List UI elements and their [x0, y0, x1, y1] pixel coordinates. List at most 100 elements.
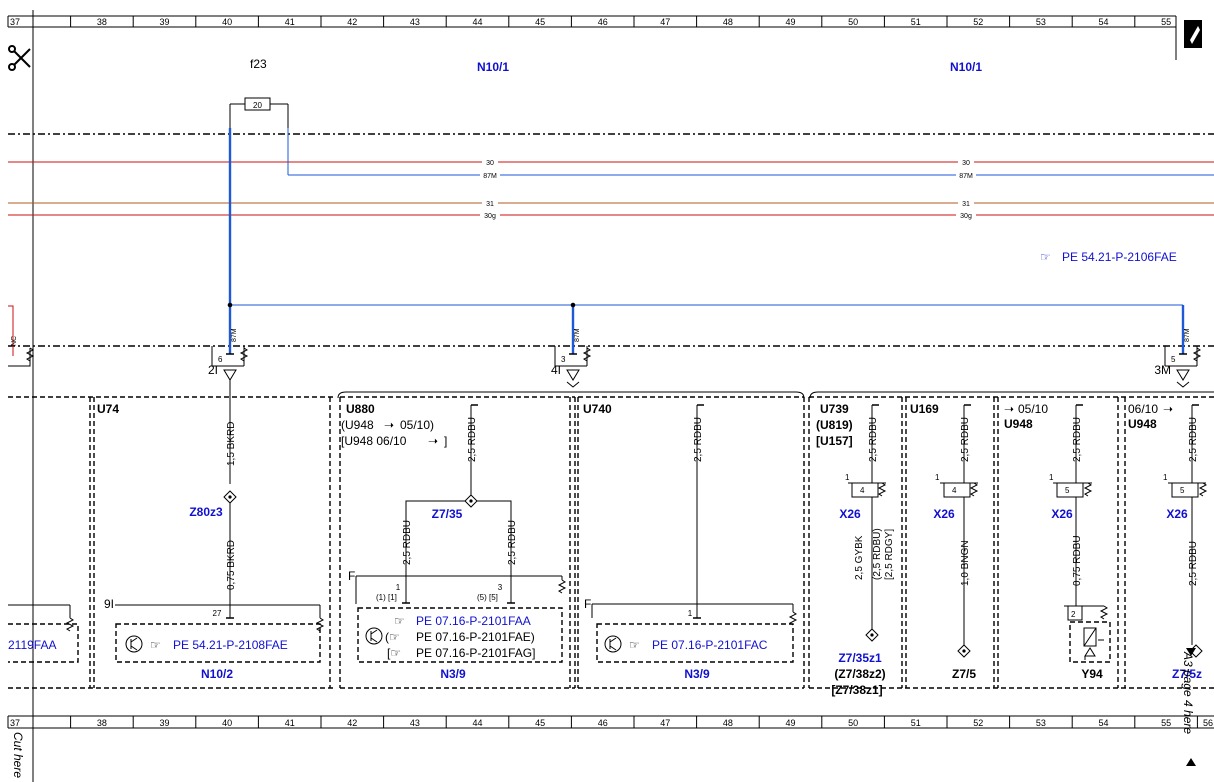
ruler-column-label: 50: [848, 17, 858, 27]
ruler-column-label: 40: [222, 17, 232, 27]
svg-text:[Z7/38z1]: [Z7/38z1]: [831, 683, 882, 697]
svg-text:U948: U948: [1004, 417, 1033, 431]
svg-text:U740: U740: [583, 402, 612, 416]
section-u948-a: ➝ 05/10 U948 2,5 RDBU 1 5 X26 0,75 RDBU …: [1004, 402, 1111, 681]
rail-31: 31 31: [8, 199, 1214, 208]
svg-text:(☞: (☞: [385, 630, 400, 644]
section-left-partial: 2119FAA: [8, 604, 79, 663]
ruler-column-label: 39: [159, 718, 169, 728]
ruler-column-label: 55: [1161, 17, 1171, 27]
svg-text:2,5 RDBU: 2,5 RDBU: [1188, 541, 1199, 586]
svg-text:Y94: Y94: [1081, 667, 1103, 681]
connector-pin: 5: [1171, 355, 1176, 364]
svg-text:F: F: [584, 597, 591, 611]
ruler-column-label: 56: [1203, 718, 1213, 728]
scissors-icon: [8, 45, 31, 71]
svg-text:PE 54.21-P-2106FAE: PE 54.21-P-2106FAE: [1062, 250, 1177, 264]
svg-text:U169: U169: [910, 402, 939, 416]
connector-label: X26: [839, 507, 861, 521]
ruler-column-label: 53: [1036, 17, 1046, 27]
ref-link[interactable]: PE 07.16-P-2101FAG]: [416, 646, 535, 660]
ref-link[interactable]: PE 07.16-P-2101FAC: [652, 638, 768, 652]
ruler-column-label: 42: [347, 17, 357, 27]
ref-link-top[interactable]: ☞ PE 54.21-P-2106FAE: [1040, 250, 1177, 264]
svg-text:Z7/5: Z7/5: [952, 667, 976, 681]
svg-text:1: 1: [688, 609, 693, 618]
transistor-icon: [125, 635, 143, 653]
svg-text:87M: 87M: [959, 173, 973, 180]
svg-text:2,5 RDBU: 2,5 RDBU: [1072, 417, 1083, 462]
svg-text:(U948: (U948: [341, 418, 374, 432]
svg-text:0,75 RDBU: 0,75 RDBU: [1072, 535, 1083, 586]
svg-text:1: 1: [1049, 473, 1054, 482]
connector-4I: 34I: [551, 346, 592, 388]
svg-text:F: F: [348, 569, 355, 583]
ruler-column-label: 49: [785, 17, 795, 27]
ruler-column-label: 39: [159, 17, 169, 27]
ruler-column-label: 50: [848, 718, 858, 728]
module-label-left: N10/1: [477, 60, 509, 74]
svg-text:U948: U948: [1128, 417, 1157, 431]
module-label: N3/9: [684, 667, 710, 681]
rail-87m: 87M 87M: [287, 128, 1214, 180]
ruler-column-label: 45: [535, 718, 545, 728]
connector-pin: 3: [561, 355, 566, 364]
svg-text:1: 1: [845, 473, 850, 482]
svg-text:1: 1: [1163, 473, 1168, 482]
svg-text:[U948 06/10: [U948 06/10: [341, 434, 407, 448]
pointing-hand-icon: ☞: [1040, 250, 1051, 264]
ref-link[interactable]: PE 07.16-P-2101FAA: [416, 614, 531, 628]
ruler-column-label: 51: [911, 718, 921, 728]
ruler-column-label: 41: [285, 17, 295, 27]
svg-text:(Z7/38z2): (Z7/38z2): [834, 667, 885, 681]
connector-2I: 62I: [208, 346, 249, 381]
svg-text:2,5 RDBU: 2,5 RDBU: [693, 417, 704, 462]
ruler-column-label: 44: [472, 17, 482, 27]
svg-text:30g: 30g: [960, 213, 972, 220]
svg-text:30: 30: [962, 160, 970, 167]
svg-text:]: ]: [444, 434, 447, 448]
arrow-right-icon: ➝: [1004, 402, 1014, 416]
svg-text:5: 5: [1180, 486, 1185, 495]
svg-text:05/10: 05/10: [1018, 402, 1048, 416]
svg-text:[2,5 RDGY]: [2,5 RDGY]: [884, 529, 895, 580]
ruler-column-label: 47: [660, 718, 670, 728]
connector-id: 3M: [1154, 363, 1171, 377]
svg-text:87M: 87M: [231, 328, 238, 342]
ruler-column-label: 43: [410, 17, 420, 27]
ref-link[interactable]: PE 54.21-P-2108FAE: [173, 638, 288, 652]
connector-pin: 6: [218, 355, 223, 364]
svg-text:1,5 BKRD: 1,5 BKRD: [226, 422, 237, 466]
ruler-column-label: 47: [660, 17, 670, 27]
pointing-hand-icon: ☞: [394, 614, 405, 628]
svg-text:9I: 9I: [104, 597, 114, 611]
rail-30: 30 30: [8, 158, 1214, 167]
svg-text:87M: 87M: [574, 328, 581, 342]
splice-label: Z7/35: [432, 507, 463, 521]
svg-text:(2,5 RDBU): (2,5 RDBU): [872, 528, 883, 580]
arrow-right-icon: ➝: [428, 434, 438, 448]
ref-link[interactable]: 2119FAA: [8, 638, 56, 652]
svg-text:31: 31: [486, 201, 494, 208]
connector-3M: 53M: [1154, 346, 1202, 388]
junction-dot: [570, 302, 576, 308]
svg-text:2,5 RDBU: 2,5 RDBU: [507, 520, 518, 565]
ruler-column-label: 51: [911, 17, 921, 27]
arrow-right-icon: ➝: [1163, 402, 1173, 416]
connector-label: X26: [933, 507, 955, 521]
svg-text:2,5 RDBU: 2,5 RDBU: [402, 520, 413, 565]
ref-link[interactable]: PE 07.16-P-2101FAE): [416, 630, 535, 644]
valve-icon: [1083, 627, 1104, 660]
section-u948-b: 06/10 ➝ U948 2,5 RDBU 1 5 X26 2,5 RDBU Z…: [1128, 402, 1208, 681]
svg-text:30: 30: [486, 160, 494, 167]
section-u880: U880 (U948 ➝ 05/10) [U948 06/10 ➝ ] 2,5 …: [341, 402, 567, 681]
section-u739: U739 (U819) [U157] 2,5 RDBU 1 4 X26 2,5 …: [816, 402, 895, 697]
ruler-column-label: 55: [1161, 718, 1171, 728]
ruler-column-label: 45: [535, 17, 545, 27]
section-u74: U74 1,5 BKRD Z80z3 0,75 BKRD 9I 27 ☞ PE …: [97, 380, 325, 681]
svg-text:2,5 RDBU: 2,5 RDBU: [467, 417, 478, 462]
section-u169: U169 2,5 RDBU 1 4 X26 1,0 BNGN Z7/5: [910, 402, 979, 681]
svg-text:2,5 GYBK: 2,5 GYBK: [854, 535, 865, 580]
ruler-column-label: 41: [285, 718, 295, 728]
ruler-column-label: 38: [97, 718, 107, 728]
